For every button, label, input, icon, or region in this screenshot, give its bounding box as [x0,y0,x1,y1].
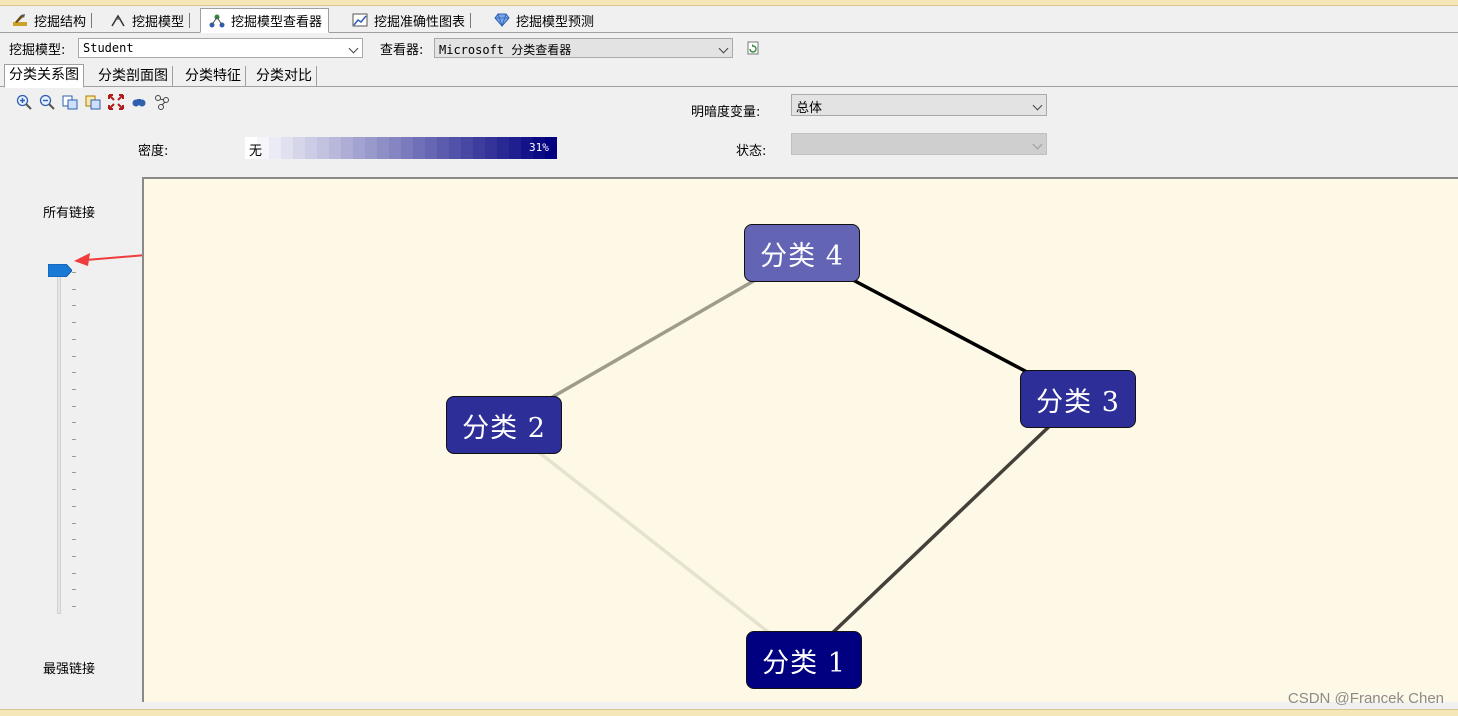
shading-variable-value: 总体 [796,101,823,116]
link-strength-slider-thumb[interactable] [47,263,73,278]
slider-tick [72,472,76,474]
zoom-in-icon[interactable] [16,94,32,110]
slider-tick [72,589,76,591]
density-min-label: 无 [249,144,263,159]
prediction-icon [494,13,510,28]
slider-tick [72,422,76,424]
slider-tick [72,489,76,491]
viewer-label: 查看器: [380,43,424,58]
tab-cluster-diagram[interactable]: 分类关系图 [4,64,84,88]
slider-tick [72,522,76,524]
layout-icon[interactable] [154,94,170,110]
window-top-band [0,0,1458,6]
slider-tick [72,322,76,324]
slider-tick [72,555,76,557]
slider-bottom-label: 最强链接 [43,662,96,677]
chevron-down-icon [718,43,729,54]
main-tab-strip: 挖掘结构 挖掘模型 挖掘模型查看器 挖掘准确性图表 挖掘模型预测 [0,8,1458,33]
selector-row: 挖掘模型: Student 查看器: Microsoft 分类查看器 [0,34,1458,62]
state-label: 状态: [736,144,767,159]
slider-tick [72,572,76,574]
tab-cluster-characteristics[interactable]: 分类特征 [181,66,246,86]
model-viewer-icon [209,14,225,28]
cluster-node-2[interactable]: 分类 2 [446,396,562,454]
tab-mining-model[interactable]: 挖掘模型 [102,9,191,31]
tab-model-prediction[interactable]: 挖掘模型预测 [486,9,600,31]
mining-model-label: 挖掘模型: [9,43,66,58]
chevron-down-icon [348,43,359,54]
viewer-sub-tab-strip: 分类关系图 分类剖面图 分类特征 分类对比 [0,64,1458,88]
slider-tick [72,355,76,357]
zoom-out-icon[interactable] [39,94,55,110]
tab-label: 挖掘模型查看器 [231,15,323,30]
slider-tick [72,539,76,541]
tab-mining-structure[interactable]: 挖掘结构 [4,9,93,31]
link-strength-slider-track[interactable] [57,270,61,614]
slider-tick [72,439,76,440]
cluster-link [502,423,806,662]
mining-model-dropdown[interactable]: Student [78,38,363,58]
cluster-node-4[interactable]: 分类 4 [744,224,860,282]
copy-icon[interactable] [62,94,78,110]
watermark-text: CSDN @Francek Chen [1287,690,1444,707]
shading-variable-label: 明暗度变量: [691,105,761,120]
viewer-value: Microsoft 分类查看器 [439,43,572,57]
accuracy-chart-icon [352,13,368,27]
mining-model-value: Student [83,41,134,55]
tab-label: 挖掘结构 [34,14,87,30]
tab-accuracy-chart[interactable]: 挖掘准确性图表 [344,9,472,31]
slider-tick [72,338,76,340]
viewer-dropdown[interactable]: Microsoft 分类查看器 [434,38,733,58]
density-max-label: 31% [529,141,549,154]
slider-tick [72,388,76,390]
fit-to-window-icon[interactable] [108,94,124,110]
tab-label: 挖掘模型 [132,14,185,30]
tab-label: 挖掘模型预测 [516,14,595,30]
slider-tick [72,606,76,607]
density-label: 密度: [138,144,169,159]
slider-tick [72,272,76,273]
find-node-icon[interactable] [131,94,147,110]
mining-structure-icon [12,13,28,27]
annotation-arrow [74,253,147,266]
state-dropdown[interactable] [791,133,1047,155]
cluster-link [802,397,1080,662]
slider-tick [72,405,76,407]
slider-tick [72,455,76,457]
chevron-down-icon [1032,100,1043,111]
slider-top-label: 所有链接 [43,206,96,221]
mining-model-icon [110,13,126,27]
slider-tick [72,372,76,374]
tab-cluster-discrimination[interactable]: 分类对比 [252,66,317,86]
tab-cluster-profiles[interactable]: 分类剖面图 [94,66,173,86]
density-gradient-bar [245,137,557,159]
cluster-node-1[interactable]: 分类 1 [746,631,862,689]
slider-tick [72,288,76,290]
refresh-viewer-icon[interactable] [746,41,760,55]
cluster-diagram-canvas[interactable]: 分类 4 分类 3 分类 2 分类 1 [142,177,1458,702]
cluster-node-3[interactable]: 分类 3 [1020,370,1136,428]
chevron-down-icon [1032,139,1043,150]
shading-variable-dropdown[interactable]: 总体 [791,94,1047,116]
tab-label: 挖掘准确性图表 [374,14,466,30]
slider-tick [72,305,76,307]
tab-mining-model-viewer[interactable]: 挖掘模型查看器 [200,8,330,33]
copy-graph-icon[interactable] [85,94,101,110]
slider-tick [72,505,76,507]
